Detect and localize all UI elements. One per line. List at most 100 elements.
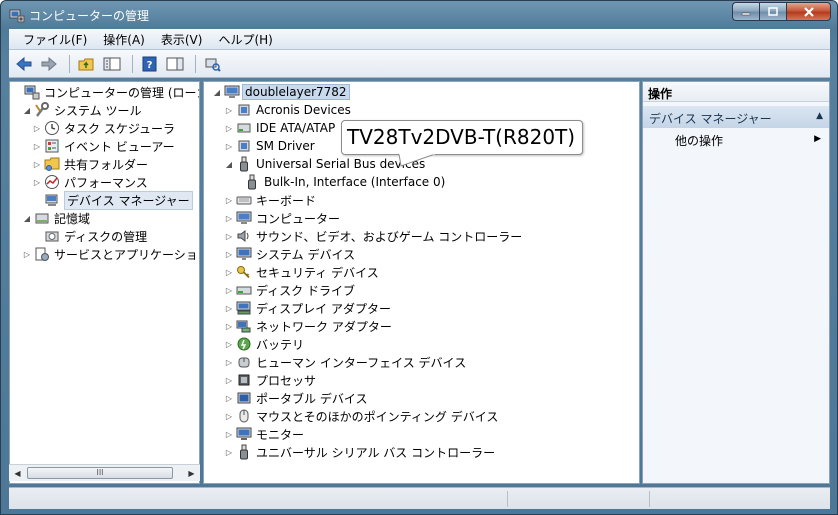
tree-item[interactable]: ▷ 共有フォルダー	[32, 155, 148, 173]
tree-item[interactable]: ▷ マウスとそのほかのポインティング デバイス	[224, 407, 498, 425]
console-tree-hscrollbar[interactable]: ◀ III ▶	[9, 464, 200, 481]
submenu-arrow-icon[interactable]: ▶	[814, 134, 821, 144]
expand-arrow-icon[interactable]: ▷	[224, 407, 234, 425]
tree-item-label: ディスプレイ アダプター	[256, 301, 391, 316]
tree-item[interactable]: ▷ タスク スケジューラ	[32, 119, 175, 137]
collapse-arrow-icon[interactable]: ◢	[22, 101, 32, 119]
tree-item[interactable]: ▷ ポータブル デバイス	[224, 389, 368, 407]
expand-arrow-icon[interactable]: ▷	[224, 389, 234, 407]
expand-arrow-icon[interactable]: ▷	[224, 245, 234, 263]
show-hide-action-pane-button[interactable]	[164, 53, 186, 75]
tree-item[interactable]: ▷ ディスク ドライブ	[224, 281, 355, 299]
tree-item[interactable]: ▷ コンピューター	[224, 209, 340, 227]
toolbar-separator	[195, 54, 196, 73]
device-scan-button[interactable]	[202, 53, 224, 75]
tree-item[interactable]: Bulk-In, Interface (Interface 0)	[232, 173, 445, 191]
expand-arrow-icon[interactable]: ▷	[224, 209, 234, 227]
maximize-button[interactable]	[759, 2, 786, 21]
expand-arrow-icon[interactable]: ▷	[32, 137, 42, 155]
forward-button[interactable]	[38, 53, 60, 75]
expand-arrow-icon[interactable]: ▷	[224, 137, 234, 155]
device-icon	[238, 104, 250, 116]
menu-help[interactable]: ヘルプ(H)	[210, 31, 280, 48]
tree-item[interactable]: ▷ イベント ビューアー	[32, 137, 175, 155]
expand-arrow-icon[interactable]: ▷	[32, 155, 42, 173]
computer-management-icon	[9, 9, 25, 23]
device-manager-icon	[45, 194, 58, 206]
collapse-arrow-icon[interactable]: ◢	[22, 209, 32, 227]
actions-section-device-manager[interactable]: デバイス マネージャー ▲	[643, 106, 829, 128]
tree-item[interactable]: ▷ モニター	[224, 425, 304, 443]
device-tree-root[interactable]: ◢ doublelayer7782	[212, 83, 350, 101]
actions-pane: 操作 デバイス マネージャー ▲ 他の操作 ▶	[642, 81, 830, 484]
back-button[interactable]	[13, 53, 35, 75]
tree-item-label: イベント ビューアー	[64, 139, 175, 154]
tree-item[interactable]: ◢ 記憶域	[22, 209, 90, 227]
collapse-arrow-icon[interactable]: ◢	[224, 155, 234, 173]
tree-item-label: システム デバイス	[256, 247, 356, 262]
tree-item[interactable]: ▷ ネットワーク アダプター	[224, 317, 392, 335]
expand-arrow-icon[interactable]: ▷	[32, 173, 42, 191]
expand-arrow-icon[interactable]: ▷	[32, 119, 42, 137]
scroll-thumb[interactable]: III	[27, 467, 173, 479]
title-bar[interactable]: コンピューターの管理	[1, 1, 837, 29]
expand-arrow-icon[interactable]: ▷	[22, 245, 32, 263]
tree-item[interactable]: デバイス マネージャー	[32, 190, 193, 210]
up-folder-button[interactable]	[76, 53, 98, 75]
help-button[interactable]: ?	[139, 53, 161, 75]
expand-arrow-icon[interactable]: ▷	[224, 101, 234, 119]
expand-arrow-icon[interactable]: ▷	[224, 119, 234, 137]
tree-item-label: デバイス マネージャー	[64, 190, 193, 210]
tree-item[interactable]: ▷ ユニバーサル シリアル バス コントローラー	[224, 443, 495, 461]
tree-item[interactable]: ◢ Universal Serial Bus devices	[224, 155, 425, 173]
status-divider	[649, 491, 650, 507]
back-arrow-icon	[16, 56, 32, 71]
actions-section-label: デバイス マネージャー	[649, 112, 772, 126]
expand-arrow-icon[interactable]: ▷	[224, 353, 234, 371]
tree-item[interactable]: ▷ サービスとアプリケーショ	[22, 245, 198, 263]
collapse-arrow-icon[interactable]: ◢	[212, 83, 222, 101]
tree-item[interactable]: ▷ Acronis Devices	[224, 101, 351, 119]
minimize-button[interactable]	[732, 2, 759, 21]
show-hide-console-tree-button[interactable]	[101, 53, 123, 75]
expand-arrow-icon[interactable]: ▷	[224, 425, 234, 443]
tree-item[interactable]: ▷ プロセッサ	[224, 371, 316, 389]
tree-item[interactable]: ▷ キーボード	[224, 191, 316, 209]
tree-item[interactable]: ▷ サウンド、ビデオ、およびゲーム コントローラー	[224, 227, 522, 245]
expand-arrow-icon[interactable]: ▷	[224, 299, 234, 317]
menu-view[interactable]: 表示(V)	[153, 31, 211, 48]
menu-action[interactable]: 操作(A)	[95, 31, 153, 48]
scroll-left-button[interactable]: ◀	[9, 465, 26, 481]
hid-icon	[238, 357, 250, 368]
scroll-right-button[interactable]: ▶	[183, 465, 200, 481]
tree-item[interactable]: ▷ SM Driver	[224, 137, 315, 155]
expand-arrow-icon[interactable]: ▷	[224, 227, 234, 245]
collapse-up-icon[interactable]: ▲	[816, 111, 823, 121]
more-actions-item[interactable]: 他の操作	[675, 132, 723, 149]
tree-item[interactable]: ▷ ディスプレイ アダプター	[224, 299, 391, 317]
expand-arrow-icon[interactable]: ▷	[224, 263, 234, 281]
close-button[interactable]	[786, 2, 831, 21]
tree-item-label: タスク スケジューラ	[64, 121, 175, 136]
tree-item-label: ディスクの管理	[64, 229, 148, 244]
expand-arrow-icon[interactable]: ▷	[224, 371, 234, 389]
expand-arrow-icon[interactable]: ▷	[224, 443, 234, 461]
tree-item[interactable]: ▷ パフォーマンス	[32, 173, 148, 191]
expand-arrow-icon[interactable]: ▷	[224, 281, 234, 299]
expand-arrow-icon[interactable]: ▷	[224, 335, 234, 353]
minimize-icon	[741, 12, 751, 15]
tree-item[interactable]: ディスクの管理	[32, 227, 147, 245]
menu-file[interactable]: ファイル(F)	[15, 31, 95, 48]
tree-item[interactable]: ▷ セキュリティ デバイス	[224, 263, 379, 281]
tree-item[interactable]: ▷ ヒューマン インターフェイス デバイス	[224, 353, 466, 371]
tree-item[interactable]: ◢ システム ツール	[22, 101, 141, 119]
expand-arrow-icon[interactable]: ▷	[224, 317, 234, 335]
tree-item[interactable]: ▷ システム デバイス	[224, 245, 355, 263]
tree-item[interactable]: ▷ バッテリ	[224, 335, 304, 353]
status-divider	[507, 491, 508, 507]
tree-item[interactable]: コンピューターの管理 (ローカ	[12, 83, 199, 101]
toolbar-separator	[69, 54, 70, 73]
tree-item[interactable]: ▷ IDE ATA/ATAP	[224, 119, 335, 137]
expand-arrow-icon[interactable]: ▷	[224, 191, 234, 209]
